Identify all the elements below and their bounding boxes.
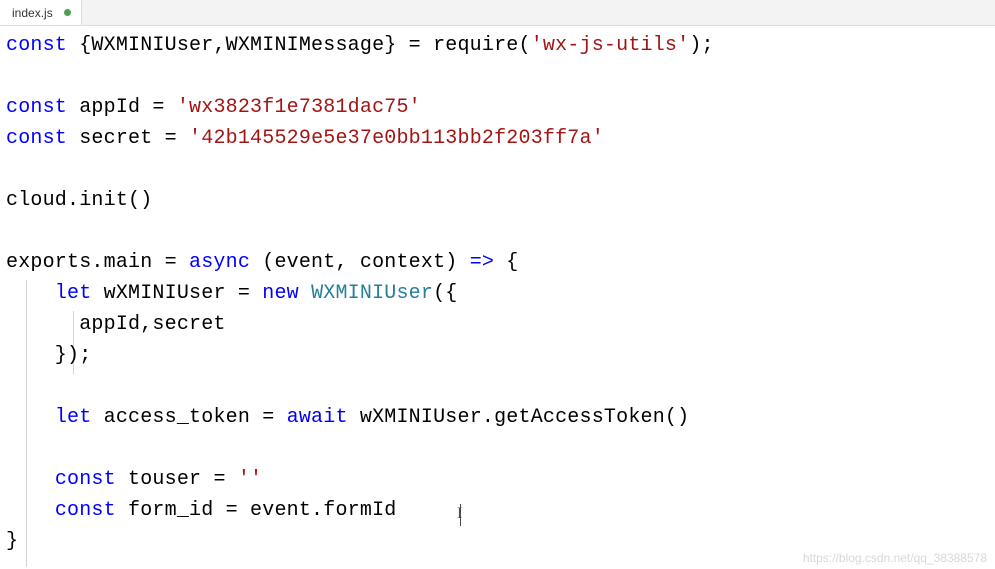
- code-line: cloud.init(): [6, 185, 995, 216]
- string-literal: 'wx3823f1e7381dac75': [177, 96, 421, 119]
- code-line: const form_id = event.formId: [6, 495, 995, 526]
- tab-filename: index.js: [12, 6, 53, 20]
- code-text: {WXMINIUser,WXMINIMessage} = require(: [67, 34, 531, 57]
- code-text: appId =: [67, 96, 177, 119]
- indent: [6, 406, 55, 429]
- keyword: const: [6, 127, 67, 150]
- code-line: const {WXMINIUser,WXMINIMessage} = requi…: [6, 30, 995, 61]
- code-line: let wXMINIUser = new WXMINIUser({: [6, 278, 995, 309]
- code-line: const touser = '': [6, 464, 995, 495]
- code-text: wXMINIUser =: [91, 282, 262, 305]
- code-text: appId,secret: [6, 313, 226, 336]
- code-text: {: [494, 251, 518, 274]
- code-line: [6, 154, 995, 185]
- code-editor[interactable]: const {WXMINIUser,WXMINIMessage} = requi…: [0, 26, 995, 557]
- keyword: const: [6, 34, 67, 57]
- text-cursor-icon: [460, 504, 461, 526]
- keyword: let: [55, 406, 92, 429]
- code-line: const secret = '42b145529e5e37e0bb113bb2…: [6, 123, 995, 154]
- code-line: [6, 433, 995, 464]
- code-text: (event, context): [250, 251, 470, 274]
- indent: [6, 499, 55, 522]
- code-text: });: [6, 344, 91, 367]
- indent: [6, 282, 55, 305]
- keyword: let: [55, 282, 92, 305]
- code-line: });: [6, 340, 995, 371]
- code-text: );: [689, 34, 713, 57]
- keyword: =>: [470, 251, 494, 274]
- code-line: [6, 216, 995, 247]
- watermark-text: https://blog.csdn.net/qq_38388578: [803, 551, 987, 565]
- keyword: const: [6, 96, 67, 119]
- modified-indicator-icon: [64, 9, 71, 16]
- code-text: secret =: [67, 127, 189, 150]
- indent: [6, 468, 55, 491]
- code-line: [6, 61, 995, 92]
- keyword: new: [262, 282, 299, 305]
- code-text: [299, 282, 311, 305]
- keyword: async: [189, 251, 250, 274]
- string-literal: 'wx-js-utils': [531, 34, 690, 57]
- code-text: cloud.init(): [6, 189, 152, 212]
- code-line: exports.main = async (event, context) =>…: [6, 247, 995, 278]
- code-text: }: [6, 530, 18, 553]
- tab-bar: index.js: [0, 0, 995, 26]
- code-line: const appId = 'wx3823f1e7381dac75': [6, 92, 995, 123]
- code-text: access_token =: [91, 406, 286, 429]
- type-name: WXMINIUser: [311, 282, 433, 305]
- code-text: touser =: [116, 468, 238, 491]
- keyword: const: [55, 468, 116, 491]
- tab-indexjs[interactable]: index.js: [0, 0, 82, 25]
- code-line: [6, 371, 995, 402]
- keyword: await: [287, 406, 348, 429]
- code-text: exports.main =: [6, 251, 189, 274]
- code-text: form_id = event.formId: [116, 499, 397, 522]
- keyword: const: [55, 499, 116, 522]
- code-text: wXMINIUser.getAccessToken(): [348, 406, 690, 429]
- string-literal: '42b145529e5e37e0bb113bb2f203ff7a': [189, 127, 604, 150]
- code-line: let access_token = await wXMINIUser.getA…: [6, 402, 995, 433]
- code-line: appId,secret: [6, 309, 995, 340]
- string-literal: '': [238, 468, 262, 491]
- code-text: ({: [433, 282, 457, 305]
